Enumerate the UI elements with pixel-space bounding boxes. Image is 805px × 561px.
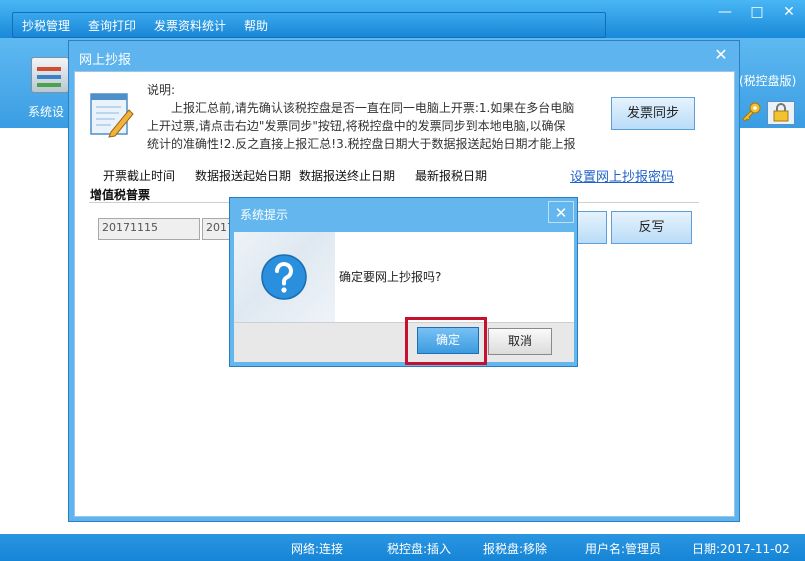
lock-icon[interactable] — [767, 101, 795, 125]
status-network: 网络:连接 — [291, 542, 344, 556]
status-bar: 网络:连接 税控盘:插入 报税盘:移除 用户名:管理员 日期:2017-11-0… — [0, 534, 805, 561]
col-latest-tax-date: 最新报税日期 — [415, 169, 488, 183]
minimize-button[interactable]: — — [714, 3, 736, 21]
status-report-disk: 报税盘:移除 — [483, 542, 548, 556]
system-prompt-dialog: 系统提示 ✕ 确定要网上抄报吗? 确定 取消 — [229, 197, 578, 367]
system-settings-label: 系统设 — [28, 105, 65, 119]
menu-tax-copy[interactable]: 抄税管理 — [13, 17, 79, 34]
vat-general-invoice-label: 增值税普票 — [90, 188, 151, 202]
dialog-title: 网上抄报 — [79, 53, 132, 68]
confirm-button[interactable]: 确定 — [417, 327, 479, 354]
invoice-cutoff-field[interactable]: 20171115 — [98, 218, 200, 240]
col-report-start-date: 数据报送起始日期 — [195, 169, 292, 183]
set-online-password-link[interactable]: 设置网上抄报密码 — [570, 166, 674, 185]
writeback-button[interactable]: 反写 — [611, 211, 692, 244]
col-report-end-date: 数据报送终止日期 — [299, 169, 396, 183]
maximize-button[interactable]: □ — [746, 3, 768, 21]
prompt-title: 系统提示 — [240, 208, 289, 222]
description-line-3: 统计的准确性!2.反之直接上报汇总!3.税控盘日期大于数据报送起始日期才能上报 — [147, 137, 576, 151]
status-tax-disk: 税控盘:插入 — [387, 542, 452, 556]
menu-help[interactable]: 帮助 — [235, 17, 277, 34]
dialog-close-button[interactable]: ✕ — [709, 45, 733, 65]
notepad-icon — [89, 90, 135, 138]
cancel-button[interactable]: 取消 — [488, 328, 552, 355]
settings-icon — [31, 57, 69, 93]
prompt-message: 确定要网上抄报吗? — [339, 270, 442, 284]
description-line-1: 上报汇总前,请先确认该税控盘是否一直在同一电脑上开票:1.如果在多台电脑 — [171, 101, 575, 115]
status-date: 日期:2017-11-02 — [692, 542, 790, 556]
invoice-sync-button[interactable]: 发票同步 — [611, 97, 695, 130]
system-settings-button[interactable]: 系统设 — [24, 55, 72, 119]
menu-query-print[interactable]: 查询打印 — [79, 17, 145, 34]
app-close-button[interactable]: ✕ — [778, 3, 800, 21]
menu-invoice-stats[interactable]: 发票资料统计 — [145, 17, 235, 34]
prompt-body: 确定要网上抄报吗? — [234, 232, 574, 322]
key-icon[interactable] — [740, 101, 762, 123]
prompt-close-button[interactable]: ✕ — [548, 201, 574, 223]
menu-bar: 抄税管理 查询打印 发票资料统计 帮助 — [12, 12, 606, 38]
edition-label: (税控盘版) — [739, 74, 797, 88]
description-title: 说明: — [147, 83, 176, 97]
status-user: 用户名:管理员 — [585, 542, 662, 556]
description-line-2: 上开过票,请点击右边"发票同步"按钮,将税控盘中的发票同步到本地电脑,以确保 — [147, 119, 566, 133]
col-invoice-cutoff: 开票截止时间 — [103, 169, 176, 183]
question-icon — [260, 253, 308, 301]
